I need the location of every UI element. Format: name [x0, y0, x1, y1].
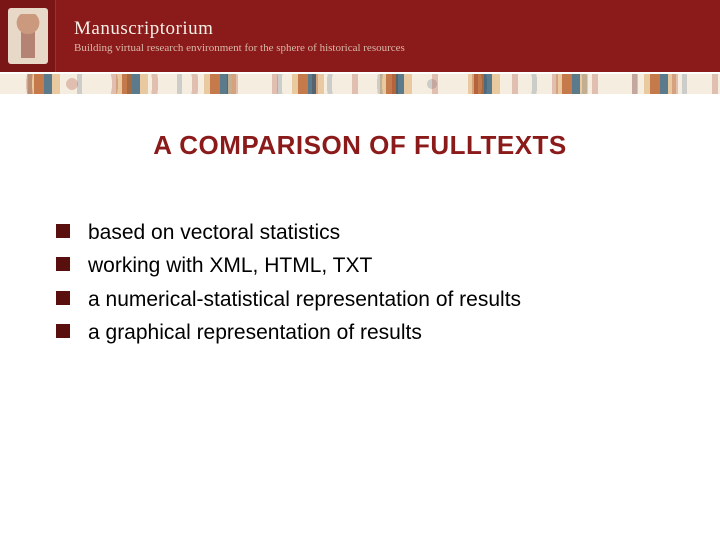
brand-subtitle: Building virtual research environment fo…: [74, 42, 405, 54]
bullet-text: working with XML, HTML, TXT: [88, 252, 372, 279]
bullet-list: based on vectoral statistics working wit…: [50, 219, 670, 346]
list-item: a numerical-statistical representation o…: [56, 286, 670, 313]
bullet-text: a numerical-statistical representation o…: [88, 286, 521, 313]
square-bullet-icon: [56, 257, 70, 271]
slide-title: A COMPARISON OF FULLTEXTS: [50, 130, 670, 161]
logo-block: MANUSCRIPTORIUM: [0, 0, 56, 72]
list-item: working with XML, HTML, TXT: [56, 252, 670, 279]
logo-illustration: MANUSCRIPTORIUM: [8, 8, 48, 64]
bullet-text: based on vectoral statistics: [88, 219, 340, 246]
square-bullet-icon: [56, 224, 70, 238]
ornament-band: [0, 72, 720, 98]
list-item: a graphical representation of results: [56, 319, 670, 346]
list-item: based on vectoral statistics: [56, 219, 670, 246]
square-bullet-icon: [56, 291, 70, 305]
slide-content: A COMPARISON OF FULLTEXTS based on vecto…: [0, 98, 720, 346]
brand-title: Manuscriptorium: [74, 18, 405, 40]
bullet-text: a graphical representation of results: [88, 319, 422, 346]
header-bar: MANUSCRIPTORIUM Manuscriptorium Building…: [0, 0, 720, 72]
square-bullet-icon: [56, 324, 70, 338]
header-text: Manuscriptorium Building virtual researc…: [56, 18, 405, 54]
